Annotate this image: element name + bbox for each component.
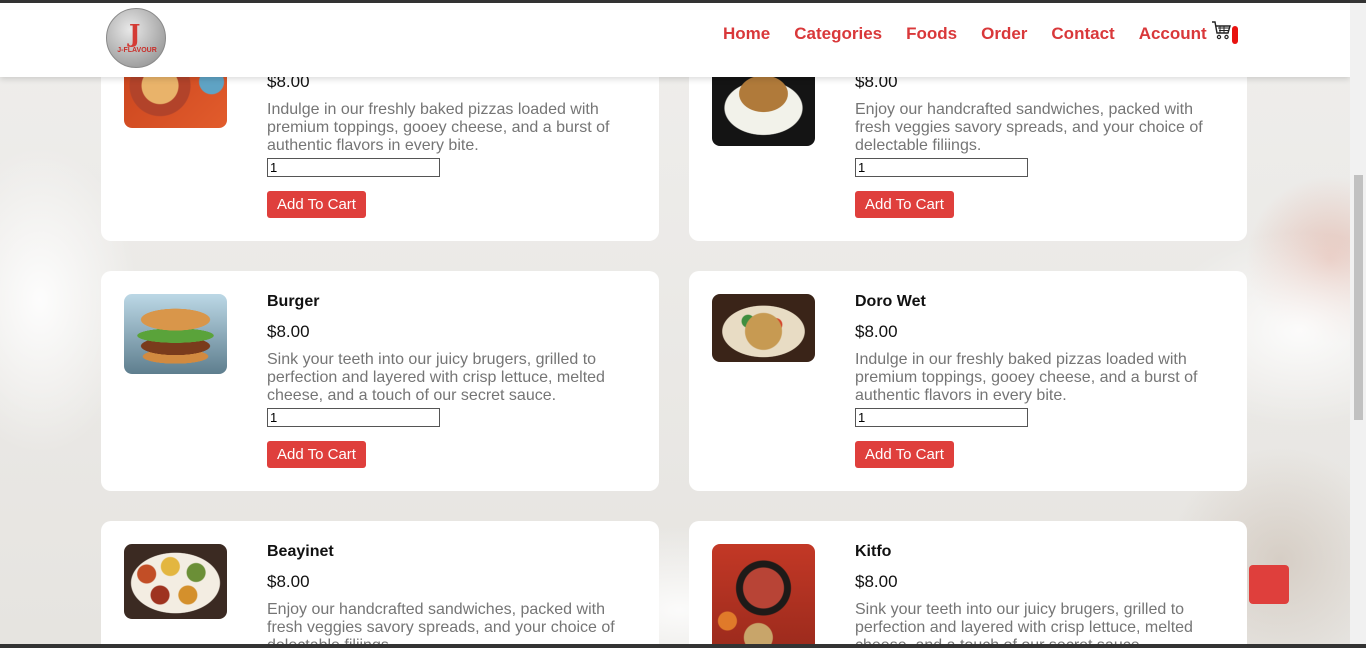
scrollbar-thumb[interactable] (1354, 175, 1363, 420)
quantity-input[interactable] (267, 408, 440, 427)
nav-order[interactable]: Order (981, 24, 1027, 44)
quantity-input[interactable] (267, 158, 440, 177)
food-description: Enjoy our handcrafted sandwiches, packed… (267, 601, 615, 648)
food-description: Indulge in our freshly baked pizzas load… (855, 351, 1198, 404)
nav-home[interactable]: Home (723, 24, 770, 44)
scroll-to-top-button[interactable] (1249, 565, 1289, 604)
nav-contact[interactable]: Contact (1051, 24, 1114, 44)
logo-text: J-FLAVOUR (117, 47, 157, 54)
nav-account[interactable]: Account (1139, 24, 1207, 44)
food-image-beayinet (124, 544, 227, 619)
food-description: Sink your teeth into our juicy brugers, … (855, 601, 1193, 648)
main-nav: Home Categories Foods Order Contact Acco… (723, 24, 1231, 44)
window-top-edge (0, 0, 1366, 3)
food-name: Burger (267, 293, 320, 310)
food-card: Kitfo $8.00 Sink your teeth into our jui… (689, 521, 1247, 648)
fork-logo-icon: J (129, 19, 141, 48)
quantity-input[interactable] (855, 158, 1028, 177)
food-name: Kitfo (855, 543, 892, 560)
add-to-cart-button[interactable]: Add To Cart (855, 441, 954, 468)
food-image-burger (124, 294, 227, 374)
site-logo[interactable]: J J-FLAVOUR (106, 8, 166, 68)
site-header: J J-FLAVOUR Home Categories Foods Order … (0, 3, 1350, 77)
food-name: Beayinet (267, 543, 334, 560)
shopping-cart-icon[interactable] (1211, 20, 1233, 42)
food-card: Burger $8.00 Sink your teeth into our ju… (101, 271, 659, 491)
food-price: $8.00 (267, 322, 310, 341)
food-description: Enjoy our handcrafted sandwiches, packed… (855, 101, 1203, 154)
food-image-doro-wet (712, 294, 815, 362)
food-card: Beayinet $8.00 Enjoy our handcrafted san… (101, 521, 659, 648)
page-scrollbar[interactable] (1350, 3, 1366, 644)
food-description: Sink your teeth into our juicy brugers, … (267, 351, 605, 404)
food-name: Doro Wet (855, 293, 926, 310)
add-to-cart-button[interactable]: Add To Cart (267, 441, 366, 468)
food-price: $8.00 (855, 572, 898, 591)
quantity-input[interactable] (855, 408, 1028, 427)
nav-categories[interactable]: Categories (794, 24, 882, 44)
window-bottom-edge (0, 644, 1366, 648)
food-description: Indulge in our freshly baked pizzas load… (267, 101, 610, 154)
food-price: $8.00 (267, 572, 310, 591)
add-to-cart-button[interactable]: Add To Cart (855, 191, 954, 218)
cart-count-badge (1232, 26, 1238, 44)
food-price: $8.00 (855, 322, 898, 341)
add-to-cart-button[interactable]: Add To Cart (267, 191, 366, 218)
nav-foods[interactable]: Foods (906, 24, 957, 44)
food-card: Doro Wet $8.00 Indulge in our freshly ba… (689, 271, 1247, 491)
food-image-kitfo (712, 544, 815, 648)
